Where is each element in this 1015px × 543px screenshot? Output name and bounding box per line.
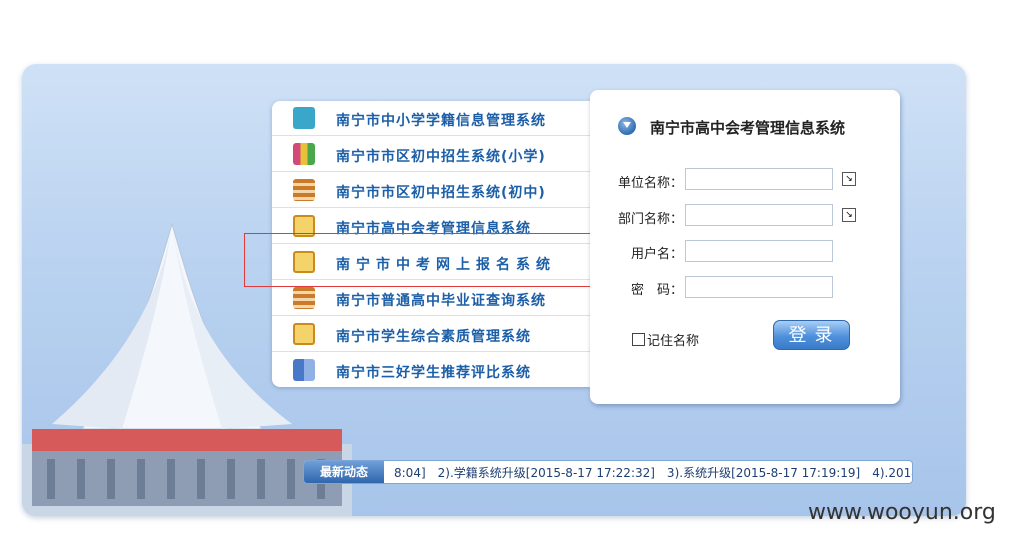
remember-option[interactable]: 记住名称 [632, 330, 699, 349]
abacus-icon [293, 287, 315, 309]
login-form: 南宁市高中会考管理信息系统 单位名称： ↘ 部门名称： ↘ 用户名： 密 码： … [590, 90, 900, 404]
menu-item-label: 南宁市三好学生推荐评比系统 [336, 365, 531, 381]
books-icon [293, 359, 315, 381]
unit-name-input[interactable] [685, 168, 833, 190]
menu-item-label: 南宁市市区初中招生系统(小学) [336, 149, 546, 165]
username-input[interactable] [685, 240, 833, 262]
dept-label: 部门名称： [618, 212, 684, 227]
login-title: 南宁市高中会考管理信息系统 [650, 119, 846, 137]
unit-picker-icon[interactable]: ↘ [842, 172, 856, 186]
news-text[interactable]: 8:04] 2).学籍系统升级[2015-8-17 17:22:32] 3).系… [394, 464, 912, 481]
remember-label: 记住名称 [647, 334, 700, 349]
login-button[interactable]: 登录 [773, 320, 850, 350]
unit-label: 单位名称： [618, 176, 684, 191]
menu-item-quality-management[interactable]: 南宁市学生综合素质管理系统 [272, 317, 590, 352]
books-icon [293, 143, 315, 165]
notepad-icon [293, 323, 315, 345]
news-ticker: 最新动态 8:04] 2).学籍系统升级[2015-8-17 17:22:32]… [303, 460, 913, 484]
remember-checkbox[interactable] [632, 333, 645, 346]
news-tag: 最新动态 [304, 461, 384, 483]
id-card-icon [293, 107, 315, 129]
abacus-icon [293, 179, 315, 201]
menu-item-merit-students[interactable]: 南宁市三好学生推荐评比系统 [272, 353, 590, 388]
menu-item-enrollment-primary[interactable]: 南宁市市区初中招生系统(小学) [272, 137, 590, 172]
dept-picker-icon[interactable]: ↘ [842, 208, 856, 222]
menu-item-enrollment-middle[interactable]: 南宁市市区初中招生系统(初中) [272, 173, 590, 208]
dept-name-input[interactable] [685, 204, 833, 226]
arrow-down-circle-icon [618, 117, 636, 135]
menu-item-label: 南宁市普通高中毕业证查询系统 [336, 293, 546, 309]
menu-item-label: 南宁市市区初中招生系统(初中) [336, 185, 546, 201]
highlight-box [244, 233, 604, 287]
menu-item-label: 南宁市中小学学籍信息管理系统 [336, 113, 546, 129]
username-label: 用户名： [631, 247, 684, 262]
password-label: 密 码： [631, 283, 684, 298]
menu-item-label: 南宁市学生综合素质管理系统 [336, 329, 531, 345]
watermark: www.wooyun.org [808, 500, 996, 525]
menu-item-student-registry[interactable]: 南宁市中小学学籍信息管理系统 [272, 101, 590, 136]
password-input[interactable] [685, 276, 833, 298]
